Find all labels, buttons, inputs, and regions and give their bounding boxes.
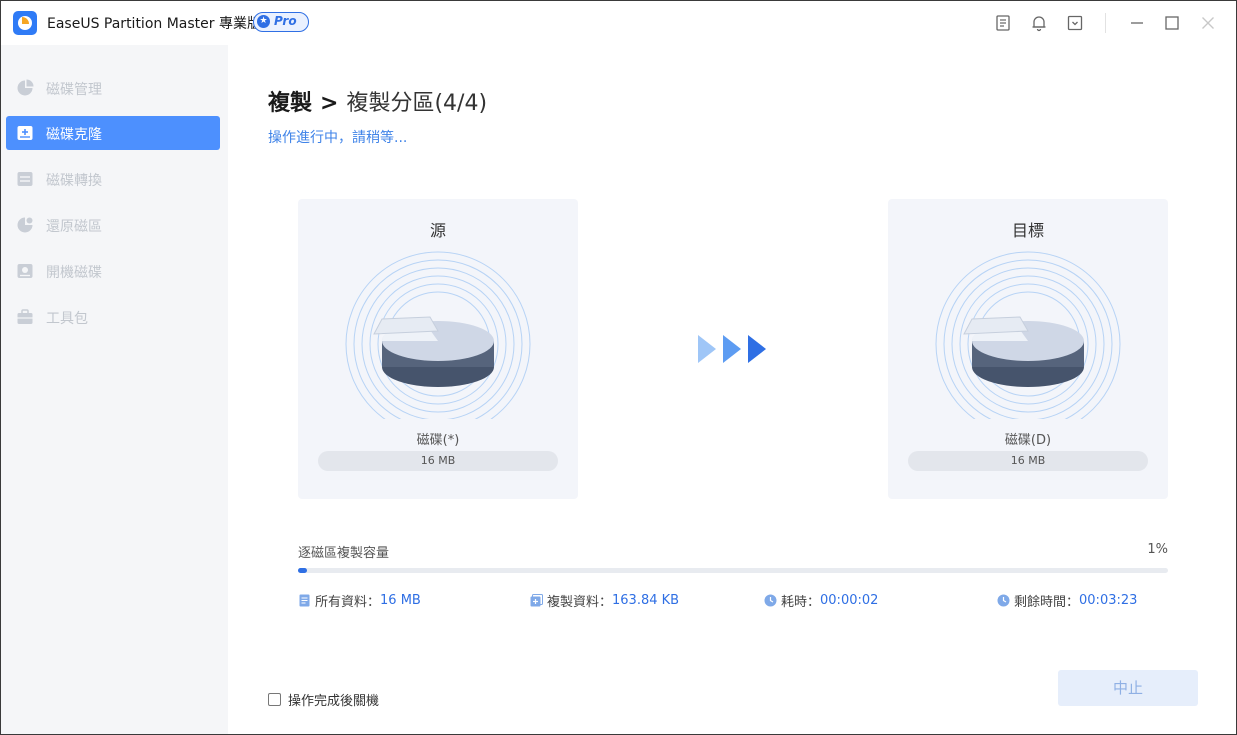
document-icon bbox=[298, 594, 311, 607]
pro-badge[interactable]: ★ Pro bbox=[253, 12, 309, 32]
target-disk-icon bbox=[928, 249, 1128, 437]
stat-total-data: 所有資料： 16 MB bbox=[298, 591, 421, 610]
target-disk-card: 目標 磁碟(D) 16 MB bbox=[888, 199, 1168, 499]
dropdown-menu-icon[interactable] bbox=[1065, 13, 1085, 33]
app-logo-icon bbox=[13, 11, 37, 35]
pro-badge-label: Pro bbox=[274, 14, 297, 28]
progress-bar bbox=[298, 568, 1168, 573]
abort-button[interactable]: 中止 bbox=[1058, 670, 1198, 706]
copy-icon bbox=[530, 594, 543, 607]
sidebar-item-disk-management[interactable]: 磁碟管理 bbox=[6, 71, 220, 105]
stat-total-value: 16 MB bbox=[380, 593, 421, 608]
sidebar-item-label: 磁碟克隆 bbox=[46, 127, 102, 143]
stat-remaining-label: 剩餘時間： bbox=[1014, 595, 1080, 610]
stat-elapsed-label: 耗時： bbox=[781, 595, 821, 610]
target-disk-name: 磁碟(D) bbox=[1004, 433, 1052, 448]
main-panel: 複製 > 複製分區(4/4) 操作進行中，請稍等... 源 磁碟(*) 16 M… bbox=[228, 45, 1236, 734]
stat-copied-data: 複製資料： 163.84 KB bbox=[530, 591, 679, 610]
progress-label: 逐磁區複製容量 bbox=[298, 546, 390, 561]
sidebar-item-disk-clone[interactable]: 磁碟克隆 bbox=[6, 116, 220, 150]
stat-remaining-value: 00:03:23 bbox=[1079, 593, 1138, 608]
minimize-icon[interactable] bbox=[1127, 13, 1147, 33]
shutdown-label: 操作完成後關機 bbox=[288, 694, 380, 709]
sidebar-item-toolbox[interactable]: 工具包 bbox=[6, 300, 220, 334]
breadcrumb-separator: > bbox=[320, 91, 339, 116]
maximize-icon[interactable] bbox=[1162, 13, 1182, 33]
sidebar-item-label: 磁碟管理 bbox=[46, 82, 102, 98]
progress-percent: 1% bbox=[1147, 542, 1168, 557]
pie-chart-icon bbox=[16, 79, 34, 97]
copy-direction-arrows-icon bbox=[696, 335, 768, 363]
stat-elapsed-time: 耗時： 00:00:02 bbox=[764, 591, 878, 610]
bell-icon[interactable] bbox=[1029, 13, 1049, 33]
app-title: EaseUS Partition Master 專業版 bbox=[47, 16, 261, 32]
source-title: 源 bbox=[429, 221, 446, 240]
sidebar-item-label: 還原磁區 bbox=[46, 219, 102, 235]
target-disk-size: 16 MB bbox=[908, 451, 1148, 471]
toolbox-icon bbox=[16, 308, 34, 326]
source-disk-size: 16 MB bbox=[318, 451, 558, 471]
breadcrumb-current: 複製分區(4/4) bbox=[346, 91, 488, 116]
sidebar-item-label: 工具包 bbox=[46, 311, 88, 327]
sidebar-item-bootable-disk[interactable]: 開機磁碟 bbox=[6, 254, 220, 288]
stat-remaining-time: 剩餘時間： 00:03:23 bbox=[997, 591, 1137, 610]
title-bar: EaseUS Partition Master 專業版 ★ Pro bbox=[1, 1, 1236, 45]
breadcrumb: 複製 > 複製分區(4/4) bbox=[268, 85, 487, 117]
shutdown-checkbox[interactable] bbox=[268, 693, 281, 706]
disk-clone-icon bbox=[16, 124, 34, 142]
stat-copied-label: 複製資料： bbox=[547, 595, 613, 610]
breadcrumb-root: 複製 bbox=[268, 91, 313, 116]
star-icon: ★ bbox=[257, 15, 270, 28]
bootable-disk-icon bbox=[16, 262, 34, 280]
sidebar-item-recover-partition[interactable]: 還原磁區 bbox=[6, 208, 220, 242]
recover-partition-icon bbox=[16, 216, 34, 234]
status-text: 操作進行中，請稍等... bbox=[268, 130, 408, 146]
stat-copied-value: 163.84 KB bbox=[612, 593, 680, 608]
shutdown-after-complete[interactable]: 操作完成後關機 bbox=[268, 690, 379, 709]
disk-convert-icon bbox=[16, 170, 34, 188]
sidebar-item-label: 磁碟轉換 bbox=[46, 173, 102, 189]
sidebar: 磁碟管理 磁碟克隆 磁碟轉換 還原磁區 開機磁碟 工具包 bbox=[1, 45, 228, 734]
sidebar-item-disk-convert[interactable]: 磁碟轉換 bbox=[6, 162, 220, 196]
target-title: 目標 bbox=[1011, 221, 1044, 240]
source-disk-icon bbox=[338, 249, 538, 437]
progress-bar-fill bbox=[298, 568, 307, 573]
stat-elapsed-value: 00:00:02 bbox=[820, 593, 879, 608]
source-disk-name: 磁碟(*) bbox=[416, 433, 460, 448]
sidebar-item-label: 開機磁碟 bbox=[46, 265, 102, 281]
close-icon[interactable] bbox=[1198, 13, 1218, 33]
clock-icon bbox=[997, 594, 1010, 607]
titlebar-divider bbox=[1105, 13, 1106, 33]
notes-icon[interactable] bbox=[993, 13, 1013, 33]
app-window: EaseUS Partition Master 專業版 ★ Pro 磁碟管理 磁… bbox=[0, 0, 1237, 735]
clock-icon bbox=[764, 594, 777, 607]
stat-total-label: 所有資料： bbox=[315, 595, 381, 610]
source-disk-card: 源 磁碟(*) 16 MB bbox=[298, 199, 578, 499]
